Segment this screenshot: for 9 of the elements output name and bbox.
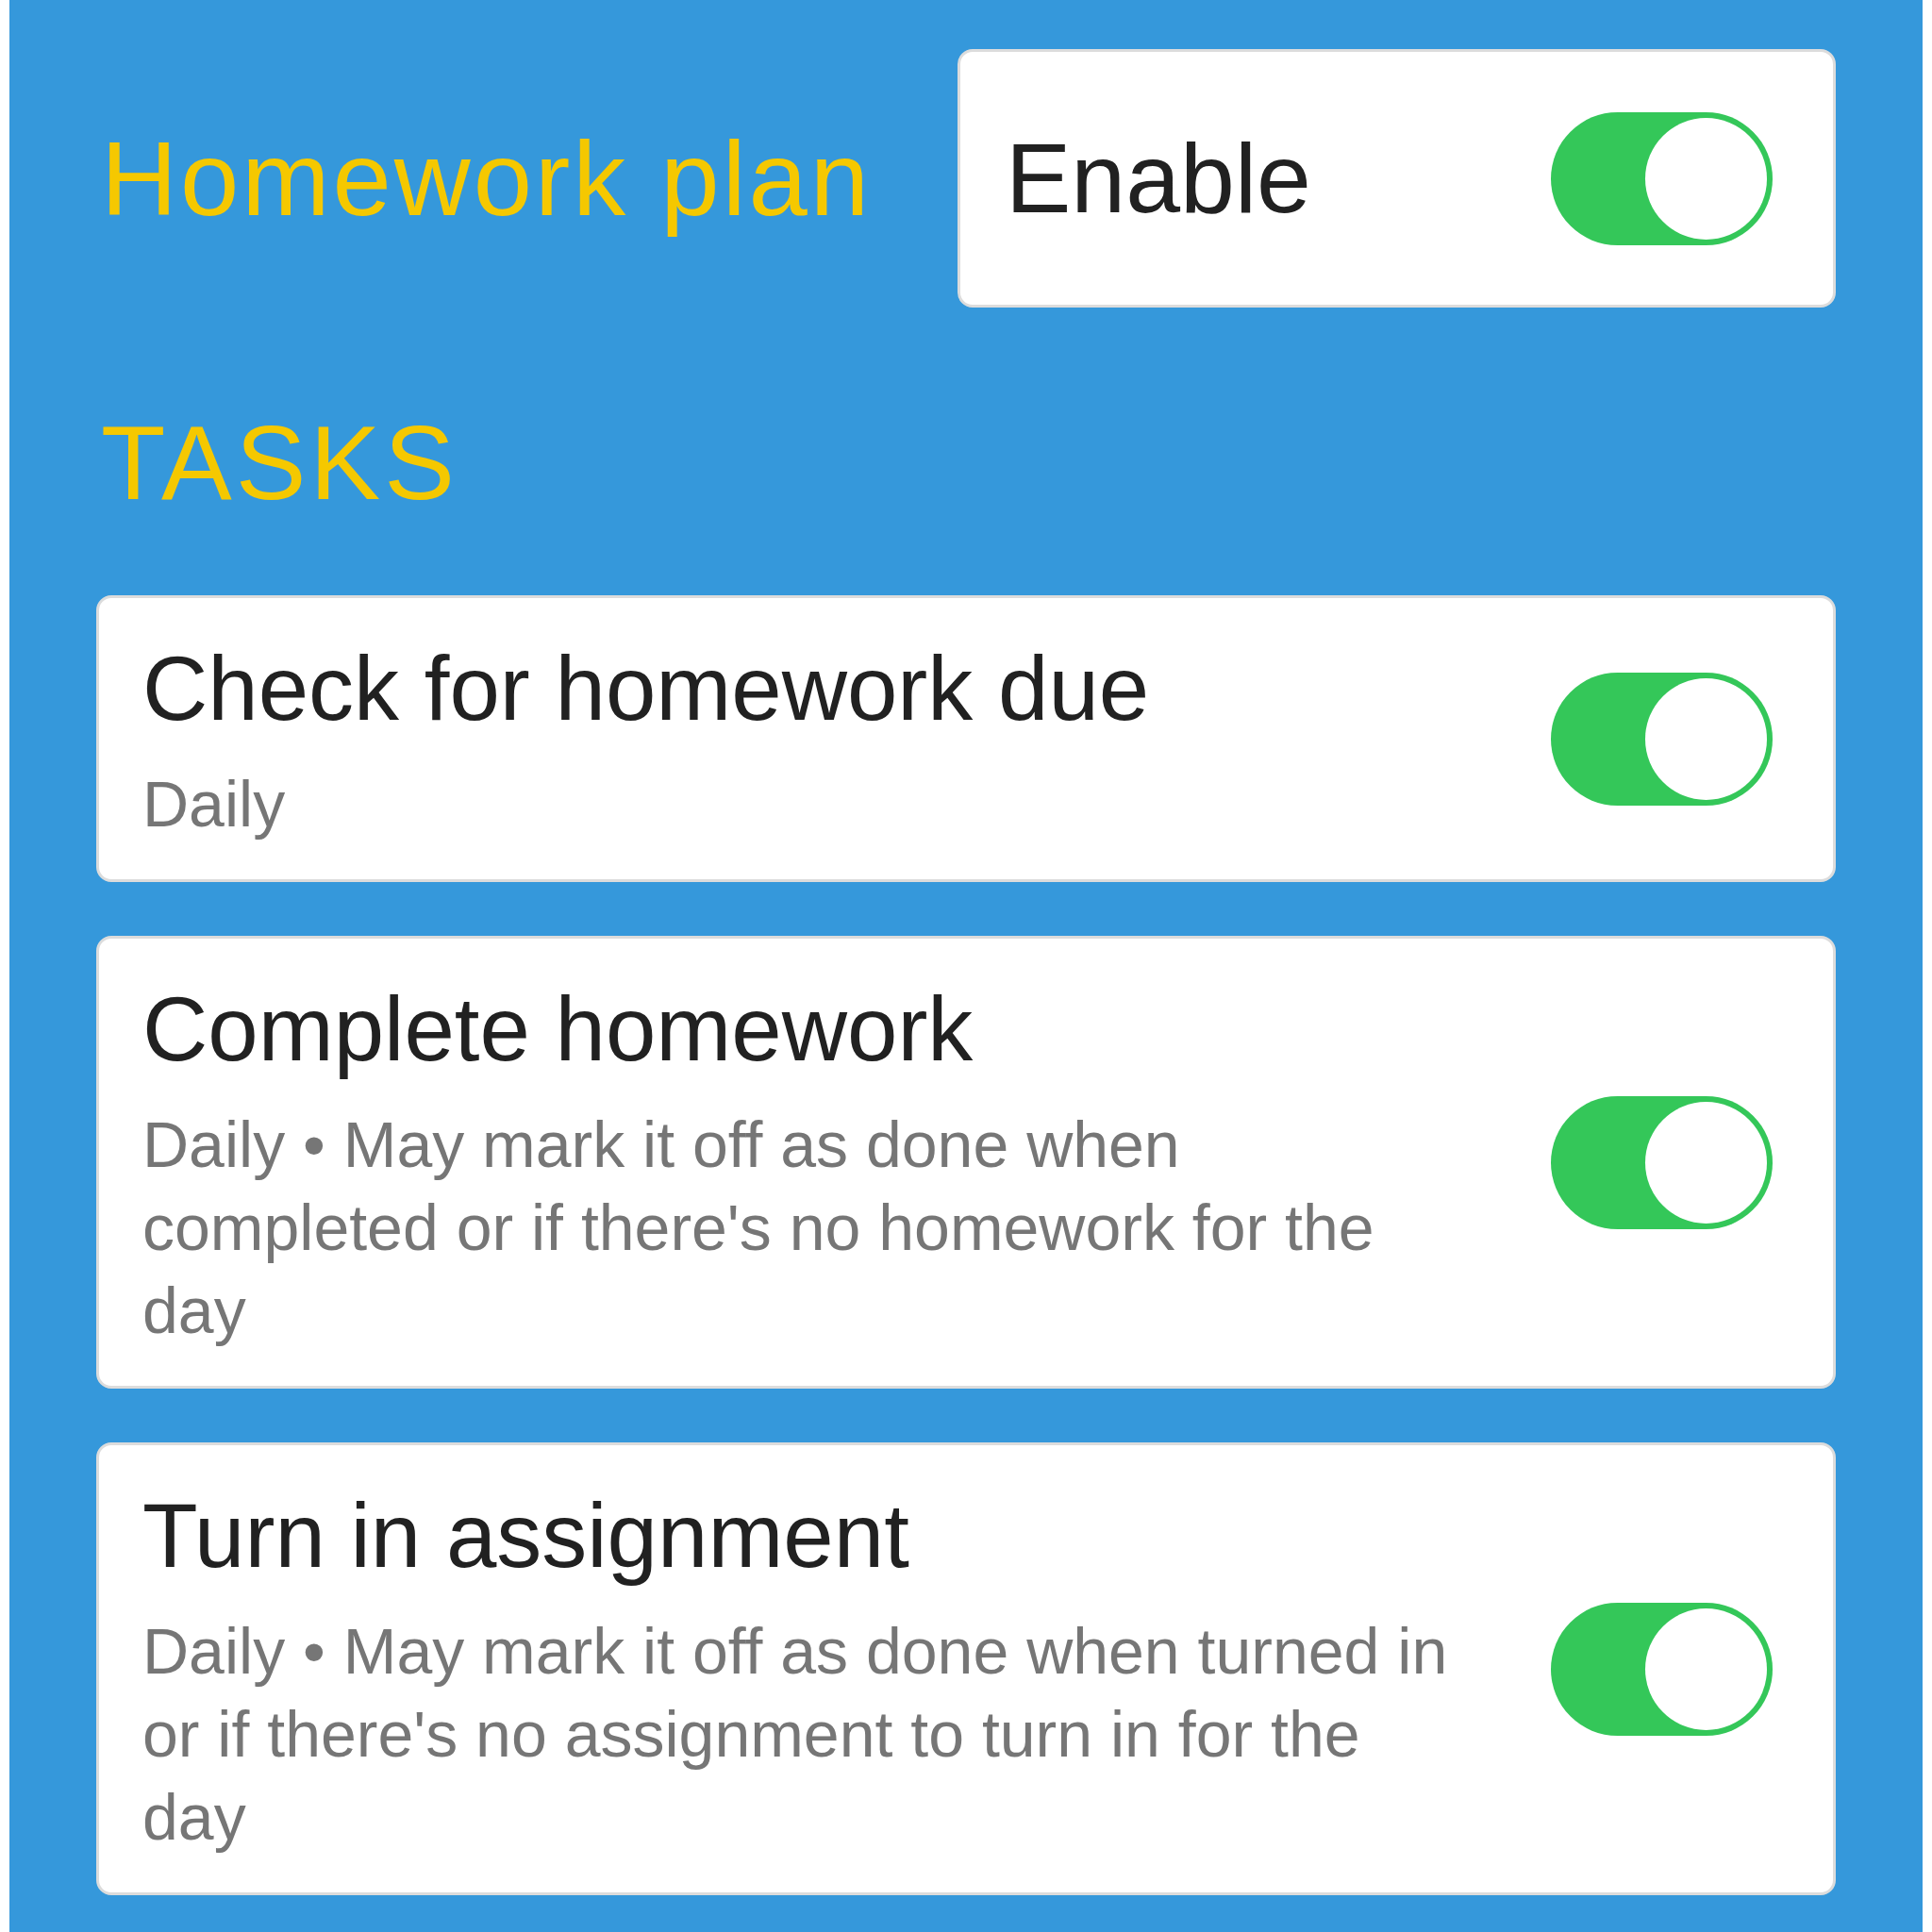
- task-subtitle: Daily: [142, 767, 287, 841]
- task-title: Check for homework due: [142, 637, 1151, 741]
- section-title: TASKS: [100, 403, 459, 524]
- page-title: Homework plan: [100, 118, 874, 240]
- enable-label: Enable: [1006, 122, 1311, 235]
- task-subtitle: Daily • May mark it off as done when turned in or if there's no assignment to turn in for the day: [142, 1614, 1449, 1855]
- task-subtitle: Daily • May mark it off as done when completed or if there's no homework for the day: [142, 1108, 1375, 1348]
- task-title: Complete homework: [142, 977, 974, 1081]
- task-title: Turn in assignment: [142, 1484, 910, 1588]
